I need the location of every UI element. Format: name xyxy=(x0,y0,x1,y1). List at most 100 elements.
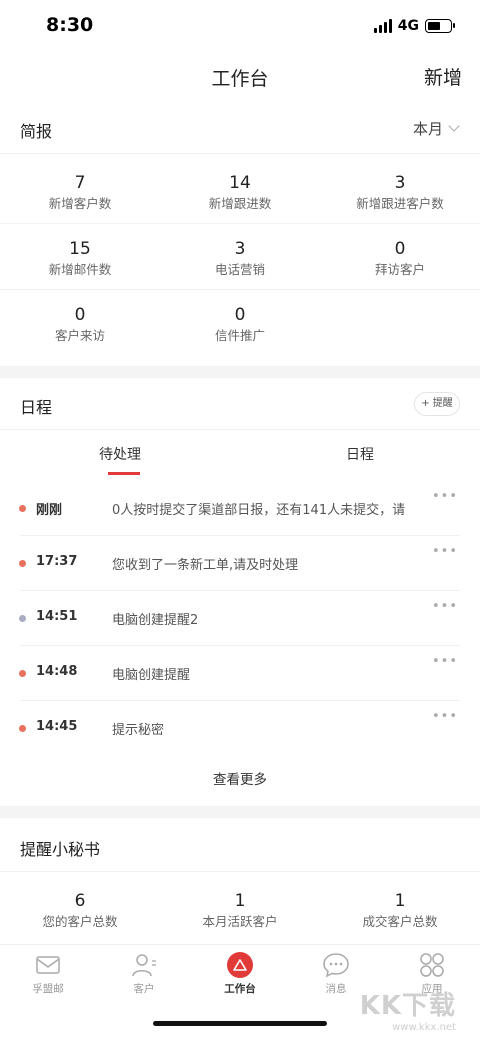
secretary-header: 提醒小秘书 xyxy=(0,820,480,872)
nav-label: 客户 xyxy=(133,983,155,995)
nav-workbench[interactable]: 工作台 xyxy=(192,951,288,996)
stat-label: 成交客户总数 xyxy=(362,914,438,929)
stat-label: 信件推广 xyxy=(214,328,265,343)
task-item[interactable]: 刚刚 0人按时提交了渠道部日报，还有141人未提交，请 ••• xyxy=(0,481,480,536)
stat-value: 3 xyxy=(234,239,246,259)
stat-label: 您的客户总数 xyxy=(42,914,118,929)
stat-label: 客户来访 xyxy=(54,328,105,343)
app-header: 工作台 新增 xyxy=(0,54,480,100)
task-text: 您收到了一条新工单,请及时处理 xyxy=(112,558,299,573)
stat-value: 1 xyxy=(394,891,406,911)
page-title: 工作台 xyxy=(211,68,269,90)
period-select[interactable]: 本月 xyxy=(412,118,460,139)
task-item[interactable]: 17:37 您收到了一条新工单,请及时处理 ••• xyxy=(0,536,480,591)
nav-label: 工作台 xyxy=(224,983,256,995)
task-time: 14:51 xyxy=(36,609,78,624)
add-reminder-button[interactable]: + 提醒 xyxy=(414,392,460,416)
watermark-url: www.kkx.net xyxy=(392,1022,456,1033)
more-icon[interactable]: ••• xyxy=(432,489,458,504)
stat-new-emails[interactable]: 15 新增邮件数 xyxy=(0,224,160,289)
chevron-down-icon xyxy=(448,120,460,132)
nav-label: 孚盟邮 xyxy=(32,983,64,995)
contacts-icon xyxy=(132,954,156,977)
stat-label: 拜访客户 xyxy=(374,262,425,277)
stat-letter-promotion[interactable]: 0 信件推广 xyxy=(160,290,320,356)
tab-pending[interactable]: 待处理 xyxy=(0,430,240,478)
status-dot xyxy=(19,505,26,512)
task-text: 电脑创建提醒2 xyxy=(112,613,199,628)
network-type: 4G xyxy=(397,18,419,34)
stat-customer-visits[interactable]: 0 客户来访 xyxy=(0,290,160,356)
status-time: 8:30 xyxy=(46,14,94,36)
task-item[interactable]: 14:45 提示秘密 ••• xyxy=(0,701,480,756)
battery-icon xyxy=(425,19,455,33)
view-more-link[interactable]: 查看更多 xyxy=(0,768,480,788)
watermark: KK下载 www.kkx.net xyxy=(346,985,456,1033)
stat-value: 0 xyxy=(234,305,246,325)
more-icon[interactable]: ••• xyxy=(432,599,458,614)
task-text: 提示秘密 xyxy=(112,723,165,738)
stat-label: 新增邮件数 xyxy=(48,262,112,277)
mail-icon xyxy=(36,956,60,974)
nav-mail[interactable]: 孚盟邮 xyxy=(0,951,96,996)
stat-value: 0 xyxy=(74,305,86,325)
nav-customers[interactable]: 客户 xyxy=(96,951,192,996)
schedule-tabs: 待处理 日程 xyxy=(0,430,480,478)
status-indicators: 4G xyxy=(373,18,455,34)
stat-total-customers[interactable]: 6 您的客户总数 xyxy=(0,876,160,942)
bottom-nav: 孚盟邮 客户 工作台 消息 应用 KK下载 www.kkx.net xyxy=(0,944,480,1038)
section-divider xyxy=(0,806,480,818)
status-dot xyxy=(19,670,26,677)
task-time: 14:48 xyxy=(36,664,78,679)
stat-new-customers[interactable]: 7 新增客户数 xyxy=(0,158,160,223)
task-item[interactable]: 14:48 电脑创建提醒 ••• xyxy=(0,646,480,701)
more-icon[interactable]: ••• xyxy=(432,654,458,669)
schedule-header: 日程 + 提醒 xyxy=(0,378,480,430)
task-time: 刚刚 xyxy=(36,503,63,518)
stat-value: 6 xyxy=(74,891,86,911)
task-text: 0人按时提交了渠道部日报，还有141人未提交，请 xyxy=(112,503,406,518)
stat-value: 14 xyxy=(229,173,251,193)
stat-label: 新增跟进客户数 xyxy=(356,196,444,211)
briefing-header: 简报 本月 xyxy=(0,102,480,154)
home-indicator[interactable] xyxy=(153,1021,327,1026)
stat-value: 7 xyxy=(74,173,86,193)
stat-new-followups[interactable]: 14 新增跟进数 xyxy=(160,158,320,223)
stat-label: 电话营销 xyxy=(214,262,265,277)
status-bar: 8:30 4G xyxy=(0,0,480,54)
more-icon[interactable]: ••• xyxy=(432,544,458,559)
status-dot xyxy=(19,615,26,622)
briefing-stats: 7 新增客户数 14 新增跟进数 3 新增跟进客户数 15 新增邮件数 3 电话… xyxy=(0,158,480,356)
secretary-title: 提醒小秘书 xyxy=(20,840,101,859)
stat-active-customers[interactable]: 1 本月活跃客户 xyxy=(160,876,320,942)
task-text: 电脑创建提醒 xyxy=(112,668,191,683)
tab-schedule[interactable]: 日程 xyxy=(240,430,480,478)
stat-visit-customers[interactable]: 0 拜访客户 xyxy=(320,224,480,289)
stat-new-followup-customers[interactable]: 3 新增跟进客户数 xyxy=(320,158,480,223)
stat-label: 新增客户数 xyxy=(48,196,112,211)
stat-deal-customers[interactable]: 1 成交客户总数 xyxy=(320,876,480,942)
add-button[interactable]: 新增 xyxy=(424,63,462,90)
briefing-title: 简报 xyxy=(20,122,53,141)
task-time: 14:45 xyxy=(36,719,78,734)
task-time: 17:37 xyxy=(36,554,78,569)
stat-label: 新增跟进数 xyxy=(208,196,272,211)
period-label: 本月 xyxy=(412,120,443,138)
message-icon xyxy=(323,953,349,978)
stat-value: 1 xyxy=(234,891,246,911)
stat-value: 0 xyxy=(394,239,406,259)
stat-telemarketing[interactable]: 3 电话营销 xyxy=(160,224,320,289)
schedule-title: 日程 xyxy=(20,398,53,417)
section-divider xyxy=(0,366,480,378)
apps-icon xyxy=(420,953,444,977)
secretary-stats: 6 您的客户总数 1 本月活跃客户 1 成交客户总数 xyxy=(0,876,480,942)
stat-label: 本月活跃客户 xyxy=(202,914,278,929)
status-dot xyxy=(19,725,26,732)
status-dot xyxy=(19,560,26,567)
stat-value: 15 xyxy=(69,239,91,259)
watermark-logo: KK下载 xyxy=(359,991,456,1021)
more-icon[interactable]: ••• xyxy=(432,709,458,724)
workbench-icon xyxy=(227,952,253,978)
task-item[interactable]: 14:51 电脑创建提醒2 ••• xyxy=(0,591,480,646)
signal-icon xyxy=(373,19,392,33)
